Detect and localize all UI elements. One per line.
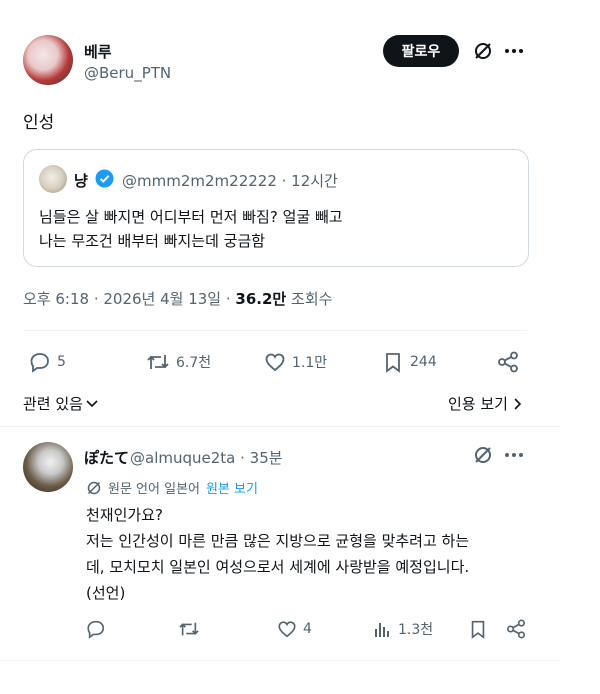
view-quotes-link[interactable]: 인용 보기 (448, 393, 522, 414)
views-count: 36.2만 (235, 290, 287, 308)
views-label: 조회수 (291, 290, 333, 308)
more-icon[interactable] (504, 48, 524, 54)
reply-like-button[interactable]: 4 (277, 619, 312, 639)
retweet-button[interactable]: 6.7천 (146, 351, 211, 373)
analytics-icon (372, 619, 392, 639)
like-button[interactable]: 1.1만 (264, 351, 327, 373)
translation-note: 원문 언어 일본어 원본 보기 (86, 478, 258, 497)
quote-handle-time: @mmm2m2m22222 · 12시간 (122, 172, 338, 190)
divider (23, 330, 527, 331)
verified-icon (95, 169, 114, 188)
translate-source-label: 원문 언어 일본어 (108, 482, 200, 497)
reply-like-count: 4 (303, 621, 312, 637)
reply-count: 5 (57, 354, 66, 370)
quoted-tweet[interactable]: 냥 @mmm2m2m22222 · 12시간 님들은 살 빠지면 어디부터 먼저… (23, 149, 529, 267)
bookmark-icon (382, 351, 404, 373)
chevron-right-icon (512, 397, 522, 411)
reply-text-line2: 저는 인간성이 마른 만큼 많은 지방으로 균형을 맞추려고 하는 (86, 532, 470, 550)
post-timestamp[interactable]: 오후 6:18 · 2026년 4월 13일 · (23, 290, 231, 308)
author-name[interactable]: 베루 (84, 41, 112, 62)
bookmark-button[interactable]: 244 (382, 351, 437, 373)
related-label: 관련 있음 (23, 395, 83, 413)
reply-bookmark-icon[interactable] (468, 619, 488, 639)
post-meta: 오후 6:18 · 2026년 4월 13일 · 36.2만 조회수 (23, 288, 332, 309)
grok-slash-icon[interactable] (472, 40, 494, 62)
reply-retweet-icon[interactable] (178, 619, 200, 639)
reply-handle-time[interactable]: @almuque2ta · 35분 (130, 447, 283, 468)
view-quotes-label: 인용 보기 (448, 395, 508, 413)
share-icon[interactable] (496, 351, 520, 373)
reply-text-line4: (선언) (86, 584, 126, 602)
reply-more-icon[interactable] (504, 452, 524, 458)
retweet-icon (146, 351, 170, 373)
reply-author-name[interactable]: ぽたて (84, 447, 129, 468)
post-text: 인성 (23, 113, 55, 133)
follow-button[interactable]: 팔로우 (383, 35, 459, 67)
reply-grok-slash-icon[interactable] (472, 444, 494, 466)
like-icon (264, 351, 286, 373)
reply-text-line1: 천재인가요? (86, 506, 163, 524)
retweet-count: 6.7천 (176, 355, 212, 371)
quote-avatar[interactable] (39, 165, 67, 193)
reply-button[interactable]: 5 (29, 351, 66, 373)
reply-share-icon[interactable] (505, 619, 527, 639)
author-handle[interactable]: @Beru_PTN (84, 64, 171, 82)
quote-author-name: 냥 (74, 172, 88, 190)
reply-reply-icon[interactable] (86, 619, 106, 639)
related-dropdown[interactable]: 관련 있음 (23, 393, 99, 414)
quote-text-line2: 나는 무조건 배부터 빠지는데 궁금함 (39, 232, 266, 250)
like-count: 1.1만 (292, 355, 328, 371)
reply-like-icon (277, 619, 297, 639)
reply-avatar[interactable] (23, 442, 73, 492)
reply-icon (29, 351, 51, 373)
bottom-divider (0, 660, 560, 661)
reply-views-count: 1.3천 (398, 622, 434, 638)
quote-text-line1: 님들은 살 빠지면 어디부터 먼저 빠짐? 얼굴 빼고 (39, 208, 343, 226)
translate-icon (86, 480, 102, 496)
bookmark-count: 244 (410, 354, 437, 370)
reply-views-button[interactable]: 1.3천 (372, 619, 433, 639)
section-divider (0, 426, 560, 427)
author-avatar[interactable] (23, 35, 73, 85)
reply-text-line3: 데, 모치모치 일본인 여성으로서 세계에 사랑받을 예정입니다. (86, 558, 470, 576)
show-original-link[interactable]: 원본 보기 (206, 478, 258, 497)
chevron-down-icon (85, 398, 99, 410)
